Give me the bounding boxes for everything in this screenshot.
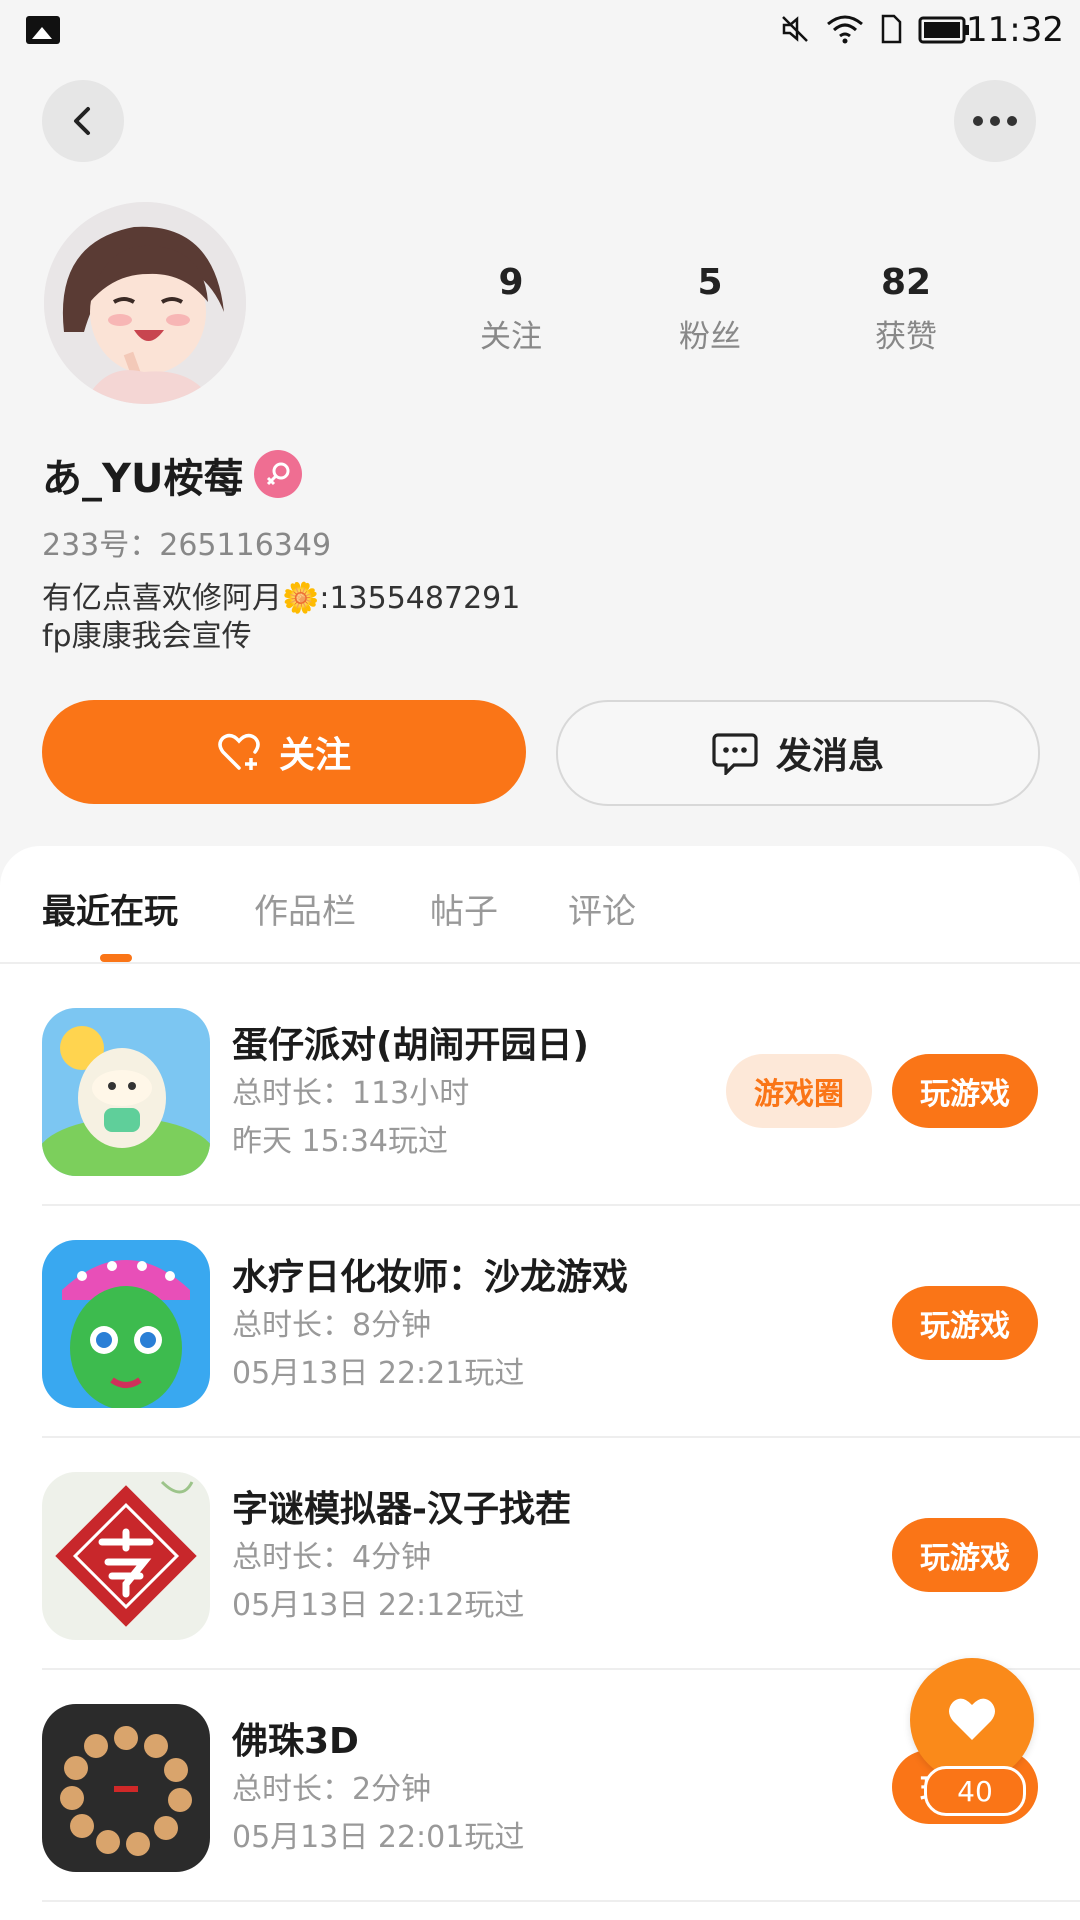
mute-icon: [782, 16, 808, 42]
username: あ_YU桉莓: [42, 456, 244, 502]
game-title: 水疗日化妆师：沙龙游戏: [232, 1257, 629, 1298]
wifi-icon: [827, 15, 863, 44]
tab-divider: [0, 962, 1080, 964]
stat-followers-label: 粉丝: [679, 319, 741, 355]
stat-following-label: 关注: [480, 319, 542, 355]
stat-likes-label: 获赞: [875, 319, 937, 355]
game-title: 佛珠3D: [232, 1721, 359, 1762]
message-button[interactable]: 发消息: [556, 700, 1040, 806]
bio: 有亿点喜欢修阿月🌼:1355487291 fp康康我会宣传: [42, 580, 520, 656]
tab-posts[interactable]: 帖子: [430, 884, 498, 933]
user-id: 233号：265116349: [42, 528, 332, 563]
gender-badge: [254, 450, 302, 498]
game-row[interactable]: 水疗日化妆师：沙龙游戏 总时长：8分钟 05月13日 22:21玩过 玩游戏: [0, 1206, 1080, 1438]
game-circle-button[interactable]: 游戏圈: [726, 1054, 872, 1128]
game-duration: 总时长：2分钟: [232, 1772, 432, 1807]
game-icon-word-puzzle[interactable]: [42, 1472, 210, 1640]
game-duration: 总时长：113小时: [232, 1076, 470, 1111]
tab-works[interactable]: 作品栏: [254, 884, 356, 933]
bio-line: 有亿点喜欢修阿月🌼:1355487291: [42, 581, 521, 616]
message-label: 发消息: [775, 736, 884, 777]
like-count: 40: [924, 1766, 1026, 1816]
game-last-played: 05月13日 22:01玩过: [232, 1820, 525, 1855]
battery-icon: [918, 16, 969, 44]
avatar-illustration: [44, 202, 246, 404]
chat-icon: [712, 731, 758, 775]
game-row[interactable]: 字谜模拟器-汉子找茬 总时长：4分钟 05月13日 22:12玩过 玩游戏: [0, 1438, 1080, 1670]
avatar[interactable]: [44, 202, 246, 404]
tab-recent-playing[interactable]: 最近在玩: [42, 884, 178, 933]
game-last-played: 昨天 15:34玩过: [232, 1124, 448, 1159]
more-icon: [973, 116, 1017, 126]
play-game-button[interactable]: 玩游戏: [892, 1286, 1038, 1360]
row-divider: [42, 1900, 1080, 1902]
game-icon-eggy-party[interactable]: [42, 1008, 210, 1176]
game-last-played: 05月13日 22:12玩过: [232, 1588, 525, 1623]
game-last-played: 05月13日 22:21玩过: [232, 1356, 525, 1391]
heart-icon: [949, 1698, 995, 1740]
status-bar: 11:32: [0, 0, 1080, 62]
game-row[interactable]: 蛋仔派对(胡闹开园日) 总时长：113小时 昨天 15:34玩过 游戏圈 玩游戏: [0, 974, 1080, 1206]
game-duration: 总时长：8分钟: [232, 1308, 432, 1343]
stat-following[interactable]: 9 关注: [436, 262, 586, 356]
game-duration: 总时长：4分钟: [232, 1540, 432, 1575]
stat-likes[interactable]: 82 获赞: [831, 262, 981, 356]
clock: 11:32: [966, 10, 1064, 50]
gallery-icon: [26, 16, 60, 44]
bio-line: fp康康我会宣传: [42, 619, 252, 654]
back-button[interactable]: [42, 80, 124, 162]
like-fab[interactable]: [910, 1658, 1034, 1782]
play-game-button[interactable]: 玩游戏: [892, 1518, 1038, 1592]
stat-likes-count: 82: [880, 262, 932, 303]
follow-button[interactable]: 关注: [42, 700, 526, 804]
game-icon-spa-makeup[interactable]: [42, 1240, 210, 1408]
game-title: 字谜模拟器-汉子找茬: [232, 1489, 571, 1530]
play-game-button[interactable]: 玩游戏: [892, 1054, 1038, 1128]
more-button[interactable]: [954, 80, 1036, 162]
stat-following-count: 9: [498, 262, 524, 303]
game-icon-beads-3d[interactable]: [42, 1704, 210, 1872]
game-title: 蛋仔派对(胡闹开园日): [232, 1025, 589, 1066]
stat-followers[interactable]: 5 粉丝: [635, 262, 785, 356]
sim-icon: [881, 14, 902, 44]
female-icon: [266, 462, 290, 486]
back-icon: [74, 107, 90, 135]
follow-label: 关注: [278, 735, 351, 776]
heart-plus-icon: [217, 732, 261, 772]
tab-indicator: [100, 954, 132, 962]
stat-followers-count: 5: [697, 262, 723, 303]
tab-comments[interactable]: 评论: [568, 884, 636, 933]
